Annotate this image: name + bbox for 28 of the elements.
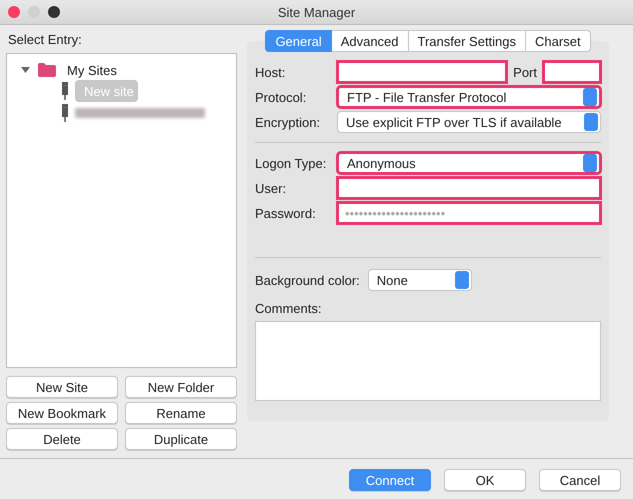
host-label: Host: xyxy=(255,64,286,80)
password-field[interactable]: •••••••••••••••••••••• xyxy=(337,202,601,224)
field-label: Logon Type: xyxy=(255,156,328,170)
dropdown[interactable]: Use explicit FTP over TLS if available xyxy=(337,111,601,133)
dropdown[interactable]: FTP - File Transfer Protocol xyxy=(337,86,601,108)
dropdown[interactable]: Anonymous xyxy=(337,152,601,174)
tree-item[interactable]: My Sites xyxy=(64,62,120,78)
field-label: Protocol: xyxy=(255,90,308,104)
tab[interactable]: Charset xyxy=(526,30,591,52)
tree-action-button[interactable]: New Bookmark xyxy=(6,402,118,424)
tab[interactable]: Transfer Settings xyxy=(408,30,526,52)
window-title: Site Manager xyxy=(278,4,356,20)
field-label: Password: xyxy=(255,206,317,220)
dialog-button[interactable]: OK xyxy=(444,469,526,491)
tree-action-button[interactable]: New Site xyxy=(6,376,118,398)
tab[interactable]: Advanced xyxy=(332,30,409,52)
tree-action-button[interactable]: Delete xyxy=(6,428,118,450)
background-color-label: Background color: xyxy=(255,272,360,288)
comments-label: Comments: xyxy=(255,301,322,316)
tree-action-button[interactable]: New Folder xyxy=(125,376,237,398)
tree-action-button[interactable]: Rename xyxy=(125,402,237,424)
field-label: User: xyxy=(255,180,288,196)
tree-action-button[interactable]: Duplicate xyxy=(125,428,237,450)
port-label: Port xyxy=(513,64,537,80)
select-entry-label: Select Entry: xyxy=(8,32,83,47)
dialog-button[interactable]: Cancel xyxy=(539,469,621,491)
field-label: Encryption: xyxy=(255,114,322,130)
background-color-dropdown[interactable]: None xyxy=(368,269,472,291)
